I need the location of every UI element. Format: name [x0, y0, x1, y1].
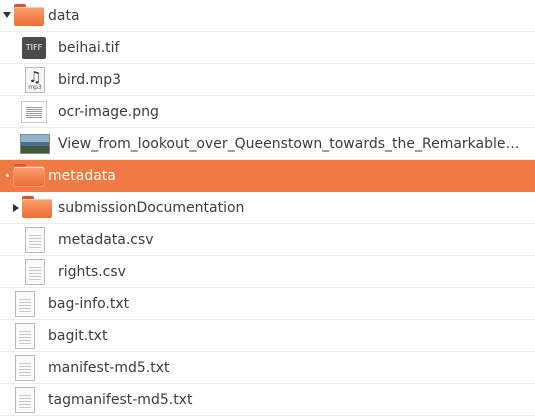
tree-row-label: ocr-image.png [58, 104, 159, 120]
tree-row-label: View_from_lookout_over_Queenstown_toward… [58, 136, 520, 152]
tree-row-tagmanifest-md5-txt[interactable]: tagmanifest-md5.txt [0, 384, 535, 416]
expand-arrow-icon[interactable] [13, 204, 19, 212]
tree-row-label: beihai.tif [58, 40, 120, 56]
tree-row-label: submissionDocumentation [58, 200, 245, 216]
tiff-image-icon: TIFF [22, 37, 46, 59]
tree-row-bag-info-txt[interactable]: bag-info.txt [0, 288, 535, 320]
tree-row-label: rights.csv [58, 264, 126, 280]
image-document-icon [21, 101, 47, 123]
tree-row-label: data [48, 8, 80, 24]
tree-row-label: metadata [48, 168, 116, 184]
text-document-icon [25, 227, 45, 253]
tree-row-label: manifest-md5.txt [48, 360, 170, 376]
photo-thumbnail-icon [20, 134, 50, 154]
tree-row-submission-documentation[interactable]: submissionDocumentation [0, 192, 535, 224]
folder-icon [22, 196, 52, 218]
tree-row-metadata[interactable]: metadata [0, 160, 535, 192]
expand-arrow-icon[interactable] [6, 174, 9, 177]
audio-file-ext: mp3 [28, 84, 42, 91]
tree-row-label: bird.mp3 [58, 72, 122, 88]
audio-file-icon: ♫ mp3 [25, 67, 45, 93]
text-document-icon [15, 355, 35, 381]
tree-row-data[interactable]: data [0, 0, 535, 32]
text-document-icon [15, 387, 35, 413]
expand-arrow-icon[interactable] [3, 12, 11, 18]
tree-row-manifest-md5-txt[interactable]: manifest-md5.txt [0, 352, 535, 384]
tree-row-metadata-csv[interactable]: metadata.csv [0, 224, 535, 256]
text-document-icon [25, 259, 45, 285]
tree-row-rights-csv[interactable]: rights.csv [0, 256, 535, 288]
tree-row-label: bag-info.txt [48, 296, 130, 312]
tree-row-queenstown-photo[interactable]: View_from_lookout_over_Queenstown_toward… [0, 128, 535, 160]
tree-row-bagit-txt[interactable]: bagit.txt [0, 320, 535, 352]
tree-row-ocr-image-png[interactable]: ocr-image.png [0, 96, 535, 128]
tree-row-label: metadata.csv [58, 232, 154, 248]
tree-row-label: bagit.txt [48, 328, 108, 344]
tree-row-label: tagmanifest-md5.txt [48, 392, 193, 408]
tree-row-bird-mp3[interactable]: ♫ mp3 bird.mp3 [0, 64, 535, 96]
tree-row-beihai-tif[interactable]: TIFF beihai.tif [0, 32, 535, 64]
text-document-icon [15, 323, 35, 349]
folder-icon [14, 164, 44, 186]
file-tree: data TIFF beihai.tif ♫ mp3 bird.mp3 ocr-i… [0, 0, 535, 419]
text-document-icon [15, 291, 35, 317]
folder-icon [14, 4, 44, 26]
